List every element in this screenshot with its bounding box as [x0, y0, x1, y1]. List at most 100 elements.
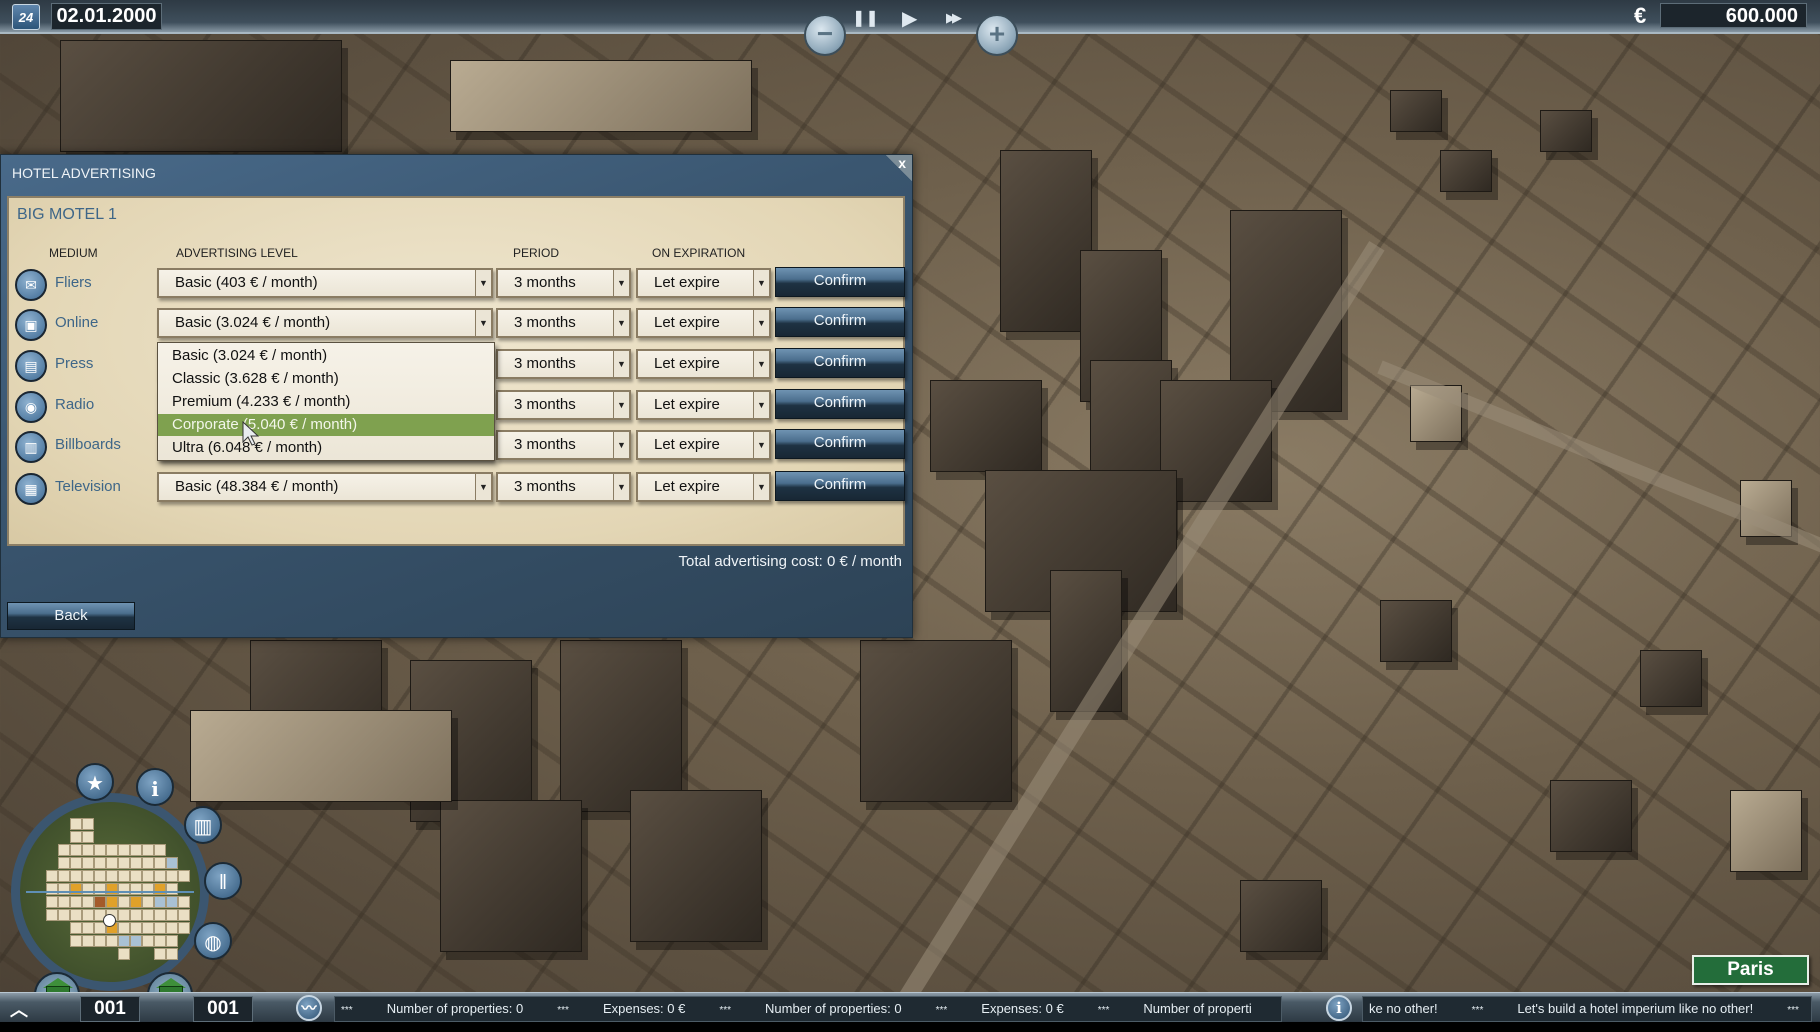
chevron-down-icon[interactable]: ▼: [613, 310, 629, 336]
chevron-down-icon[interactable]: ▼: [613, 474, 629, 500]
close-button[interactable]: x: [898, 155, 906, 171]
minimap-lot[interactable]: [130, 857, 142, 869]
period-select-press[interactable]: 3 months ▼: [496, 349, 631, 379]
confirm-button-billboards[interactable]: Confirm: [775, 429, 905, 459]
minimap-lot[interactable]: [82, 883, 94, 895]
level-select-television[interactable]: Basic (48.384 € / month) ▼: [157, 472, 493, 502]
faster-button[interactable]: +: [976, 14, 1018, 56]
minimap-lot[interactable]: [46, 896, 58, 908]
favorites-star-icon[interactable]: ★: [76, 763, 114, 801]
minimap-lot[interactable]: [58, 896, 70, 908]
minimap-lot[interactable]: [166, 948, 178, 960]
slower-button[interactable]: −: [804, 14, 846, 56]
minimap-lot[interactable]: [82, 870, 94, 882]
minimap-lot[interactable]: [118, 857, 130, 869]
minimap-lot[interactable]: [70, 818, 82, 830]
minimap-lot[interactable]: [118, 922, 130, 934]
period-select-radio[interactable]: 3 months ▼: [496, 390, 631, 420]
minimap-lot[interactable]: [154, 870, 166, 882]
chevron-down-icon[interactable]: ▼: [613, 270, 629, 296]
minimap-lot[interactable]: [82, 896, 94, 908]
minimap-lot[interactable]: [94, 883, 106, 895]
minimap-lot[interactable]: [82, 831, 94, 843]
buildings-icon[interactable]: ▥: [184, 806, 222, 844]
minimap-lot[interactable]: [130, 922, 142, 934]
minimap-lot[interactable]: [142, 844, 154, 856]
period-select-billboards[interactable]: 3 months ▼: [496, 430, 631, 460]
minimap-lot[interactable]: [106, 896, 118, 908]
minimap-lot[interactable]: [142, 909, 154, 921]
minimap-lot[interactable]: [142, 870, 154, 882]
minimap-lot[interactable]: [70, 844, 82, 856]
minimap-lot[interactable]: [70, 896, 82, 908]
minimap-lot[interactable]: [166, 896, 178, 908]
minimap-lot[interactable]: [142, 922, 154, 934]
chevron-down-icon[interactable]: ▼: [613, 392, 629, 418]
minimap-lot[interactable]: [58, 883, 70, 895]
globe-icon[interactable]: ◍: [194, 922, 232, 960]
minimap-lot[interactable]: [94, 844, 106, 856]
minimap-lot[interactable]: [154, 922, 166, 934]
minimap-lot[interactable]: [154, 857, 166, 869]
minimap-lot[interactable]: [118, 896, 130, 908]
minimap-lot[interactable]: [142, 883, 154, 895]
minimap-lot[interactable]: [58, 870, 70, 882]
expiration-select-television[interactable]: Let expire ▼: [636, 472, 771, 502]
minimap-lot[interactable]: [70, 870, 82, 882]
chevron-down-icon[interactable]: ▼: [475, 474, 491, 500]
chevron-down-icon[interactable]: ▼: [753, 432, 769, 458]
chevron-down-icon[interactable]: ▼: [475, 270, 491, 296]
minimap-lot[interactable]: [154, 844, 166, 856]
minimap-lot[interactable]: [118, 870, 130, 882]
minimap[interactable]: [11, 793, 209, 991]
period-select-fliers[interactable]: 3 months ▼: [496, 268, 631, 298]
confirm-button-online[interactable]: Confirm: [775, 307, 905, 337]
minimap-grid[interactable]: [46, 818, 190, 968]
minimap-lot[interactable]: [118, 909, 130, 921]
chevron-down-icon[interactable]: ▼: [753, 392, 769, 418]
minimap-lot[interactable]: [166, 870, 178, 882]
info-icon[interactable]: i: [1326, 995, 1352, 1021]
confirm-button-television[interactable]: Confirm: [775, 471, 905, 501]
expiration-select-radio[interactable]: Let expire ▼: [636, 390, 771, 420]
back-button[interactable]: Back: [7, 602, 135, 630]
minimap-lot[interactable]: [82, 935, 94, 947]
period-select-television[interactable]: 3 months ▼: [496, 472, 631, 502]
minimap-lot[interactable]: [166, 883, 178, 895]
minimap-lot[interactable]: [178, 909, 190, 921]
expiration-select-fliers[interactable]: Let expire ▼: [636, 268, 771, 298]
minimap-lot[interactable]: [130, 935, 142, 947]
minimap-lot[interactable]: [154, 909, 166, 921]
minimap-lot[interactable]: [82, 909, 94, 921]
minimap-lot[interactable]: [46, 909, 58, 921]
minimap-lot[interactable]: [130, 883, 142, 895]
minimap-lot[interactable]: [46, 870, 58, 882]
minimap-lot[interactable]: [142, 896, 154, 908]
minimap-lot[interactable]: [106, 870, 118, 882]
minimap-lot[interactable]: [118, 948, 130, 960]
chevron-down-icon[interactable]: ▼: [475, 310, 491, 336]
minimap-lot[interactable]: [70, 935, 82, 947]
minimap-lot[interactable]: [70, 922, 82, 934]
level-select-online[interactable]: Basic (3.024 € / month) ▼: [157, 308, 493, 338]
chevron-down-icon[interactable]: ▼: [613, 351, 629, 377]
minimap-lot[interactable]: [82, 922, 94, 934]
minimap-lot[interactable]: [166, 935, 178, 947]
chevron-down-icon[interactable]: ▼: [613, 432, 629, 458]
minimap-lot[interactable]: [166, 909, 178, 921]
chevron-up-icon[interactable]: ︿: [10, 996, 28, 1022]
dropdown-option-classic[interactable]: Classic (3.628 € / month): [158, 368, 494, 390]
minimap-lot[interactable]: [106, 844, 118, 856]
minimap-lot[interactable]: [178, 896, 190, 908]
minimap-lot[interactable]: [154, 896, 166, 908]
minimap-lot[interactable]: [70, 909, 82, 921]
minimap-lot[interactable]: [130, 909, 142, 921]
minimap-lot[interactable]: [94, 896, 106, 908]
minimap-lot[interactable]: [106, 883, 118, 895]
play-button[interactable]: ▶: [902, 6, 917, 31]
minimap-lot[interactable]: [154, 883, 166, 895]
minimap-lot[interactable]: [142, 935, 154, 947]
minimap-lot[interactable]: [142, 857, 154, 869]
statistics-chart-icon[interactable]: 〰: [296, 995, 322, 1021]
chevron-down-icon[interactable]: ▼: [753, 351, 769, 377]
